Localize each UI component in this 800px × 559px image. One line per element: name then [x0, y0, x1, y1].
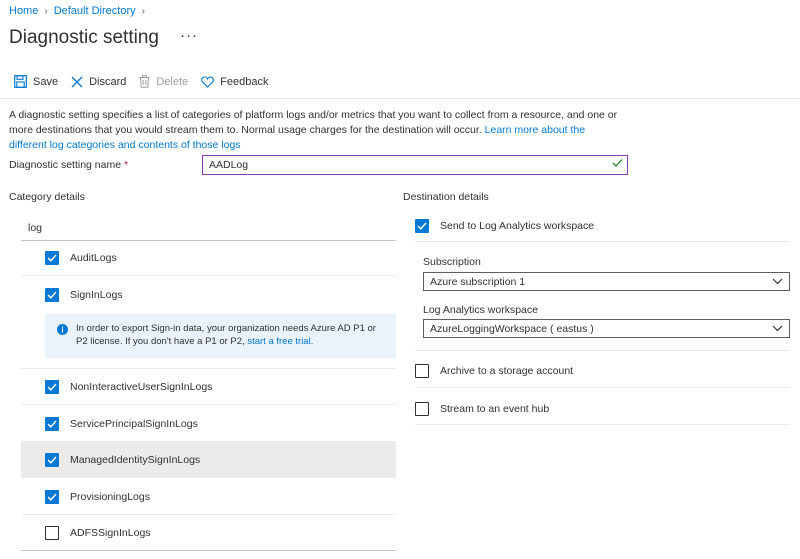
trash-icon: [139, 75, 150, 88]
breadcrumb-default-directory[interactable]: Default Directory: [54, 5, 136, 17]
chevron-right-icon: ›: [44, 5, 48, 17]
checkbox-unchecked-icon[interactable]: [45, 525, 59, 540]
category-row-adfssigninlogs[interactable]: ADFSSignInLogs: [21, 515, 396, 551]
feedback-label: Feedback: [220, 75, 269, 88]
checkbox-checked-icon[interactable]: [45, 250, 59, 265]
event-hub-label: Stream to an event hub: [440, 403, 550, 415]
category-label: ManagedIdentitySignInLogs: [70, 453, 201, 466]
category-row-signinlogs[interactable]: SignInLogs: [21, 277, 396, 313]
delete-button[interactable]: Delete: [139, 75, 188, 88]
checkbox-checked-icon[interactable]: [415, 219, 429, 233]
chevron-down-icon: [772, 278, 783, 285]
destination-divider: [415, 424, 790, 425]
destination-divider: [415, 387, 790, 388]
description: A diagnostic setting specifies a list of…: [9, 108, 619, 153]
checkbox-checked-icon[interactable]: [45, 416, 59, 431]
setting-name-input[interactable]: [202, 155, 628, 175]
heart-icon: [201, 75, 215, 88]
subscription-dropdown[interactable]: Azure subscription 1: [423, 272, 790, 291]
checkbox-checked-icon[interactable]: [45, 379, 59, 394]
close-icon: [71, 76, 83, 87]
command-bar: Save Discard Delete Feedback: [14, 75, 281, 88]
discard-label: Discard: [89, 75, 127, 88]
subscription-value: Azure subscription 1: [430, 275, 526, 288]
info-icon: [57, 324, 68, 335]
info-text: In order to export Sign-in data, your or…: [76, 322, 386, 358]
category-row-auditlogs[interactable]: AuditLogs: [21, 240, 396, 276]
save-button[interactable]: Save: [14, 75, 58, 88]
checkbox-checked-icon[interactable]: [45, 489, 59, 504]
category-label: ServicePrincipalSignInLogs: [70, 417, 198, 430]
log-group-header: log: [28, 222, 43, 234]
checkbox-checked-icon[interactable]: [45, 288, 59, 302]
subscription-label: Subscription: [423, 256, 481, 268]
workspace-value: AzureLoggingWorkspace ( eastus ): [430, 322, 594, 335]
log-analytics-checkbox-row[interactable]: Send to Log Analytics workspace: [415, 219, 594, 233]
storage-account-label: Archive to a storage account: [440, 365, 574, 377]
category-label: ADFSSignInLogs: [70, 526, 151, 539]
discard-button[interactable]: Discard: [71, 76, 126, 88]
chevron-right-icon: ›: [141, 5, 145, 17]
setting-name-label-text: Diagnostic setting name: [9, 159, 122, 171]
info-message: In order to export Sign-in data, your or…: [45, 314, 396, 358]
category-label: SignInLogs: [70, 289, 123, 301]
category-label: ProvisioningLogs: [70, 490, 150, 503]
category-label: AuditLogs: [70, 251, 117, 264]
checkbox-unchecked-icon[interactable]: [415, 402, 429, 416]
setting-name-label: Diagnostic setting name *: [9, 159, 128, 171]
workspace-dropdown[interactable]: AzureLoggingWorkspace ( eastus ): [423, 319, 790, 338]
delete-label: Delete: [156, 75, 189, 88]
checkbox-unchecked-icon[interactable]: [415, 364, 429, 378]
info-message-text: In order to export Sign-in data, your or…: [76, 323, 376, 347]
feedback-button[interactable]: Feedback: [201, 76, 268, 88]
page-title: Diagnostic setting: [9, 27, 159, 48]
category-details-title: Category details: [9, 191, 85, 203]
category-row-noninteractiveusersigninlogs[interactable]: NonInteractiveUserSignInLogs: [21, 369, 396, 405]
toolbar-divider: [0, 98, 800, 99]
category-row-provisioninglogs[interactable]: ProvisioningLogs: [21, 479, 396, 515]
event-hub-checkbox-row[interactable]: Stream to an event hub: [415, 402, 549, 416]
free-trial-link[interactable]: start a free trial.: [247, 336, 313, 347]
category-label: NonInteractiveUserSignInLogs: [70, 380, 213, 393]
breadcrumb-home[interactable]: Home: [9, 5, 38, 17]
category-row-serviceprincipalsigninlogs[interactable]: ServicePrincipalSignInLogs: [21, 406, 396, 442]
destination-divider: [415, 350, 790, 351]
storage-account-checkbox-row[interactable]: Archive to a storage account: [415, 364, 573, 378]
chevron-down-icon: [772, 325, 783, 332]
save-label: Save: [33, 75, 59, 88]
more-options-icon[interactable]: ···: [180, 27, 198, 44]
log-analytics-label: Send to Log Analytics workspace: [440, 220, 595, 232]
breadcrumb: Home › Default Directory ›: [9, 5, 151, 17]
workspace-label: Log Analytics workspace: [423, 304, 538, 316]
destination-divider: [415, 241, 790, 242]
checkbox-checked-icon[interactable]: [45, 452, 59, 467]
category-row-managedidentitysigninlogs[interactable]: ManagedIdentitySignInLogs: [21, 442, 396, 478]
save-icon: [14, 75, 27, 88]
checkmark-icon: [612, 159, 623, 167]
destination-details-title: Destination details: [403, 191, 489, 203]
required-marker: *: [123, 159, 129, 171]
